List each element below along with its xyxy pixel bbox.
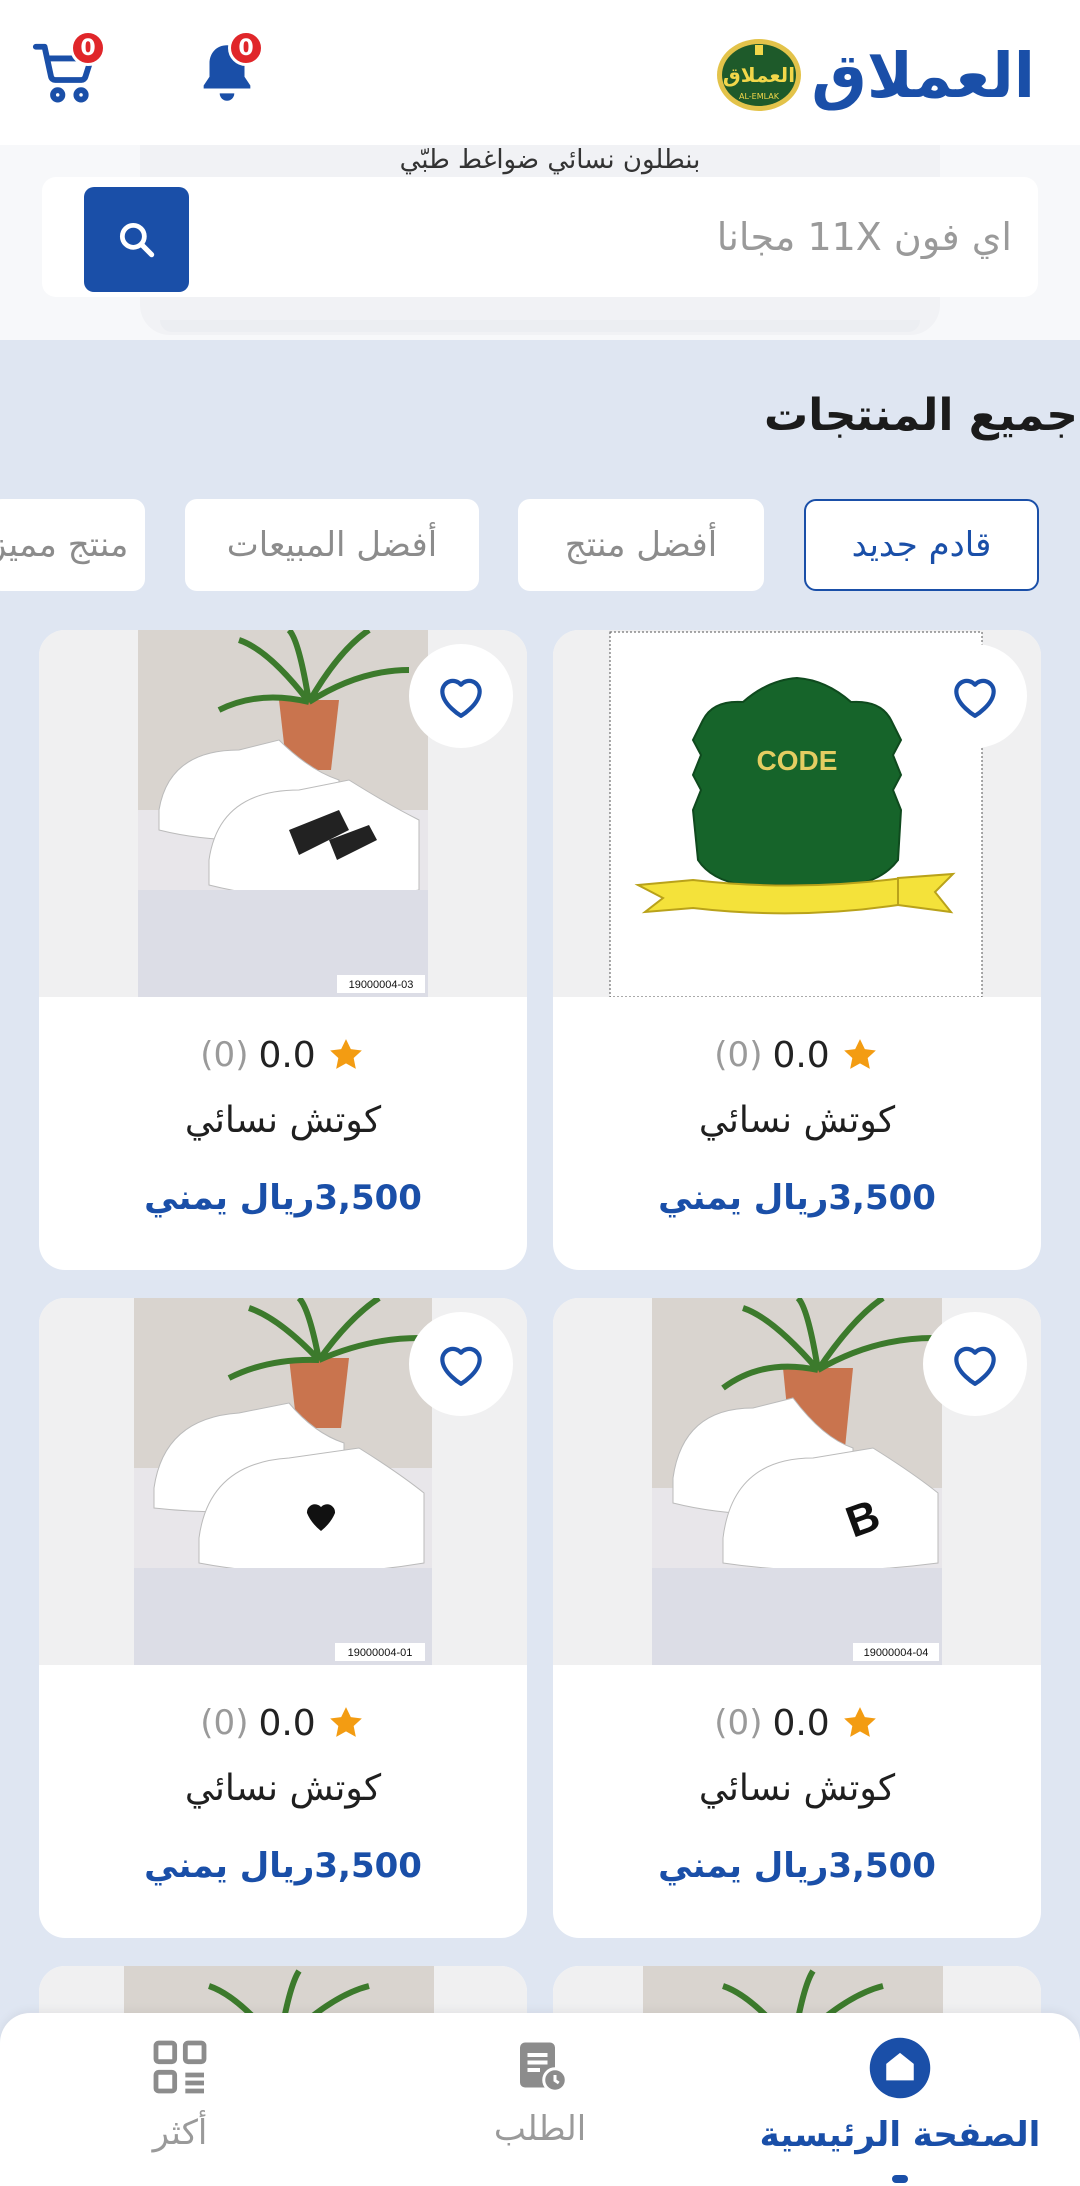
nav-home[interactable]: الصفحة الرئيسية: [750, 2035, 1050, 2183]
rating-row: 0.0 (0): [553, 1698, 1041, 1748]
tab-new-arrivals[interactable]: قادم جديد: [804, 499, 1039, 591]
rating-row: 0.0 (0): [553, 1030, 1041, 1080]
logo-text: العملاق: [723, 63, 795, 87]
search-box[interactable]: [42, 177, 1038, 297]
heart-icon: [954, 678, 996, 718]
brand-title: العملاق: [811, 38, 1035, 112]
section-title: جميع المنتجات: [763, 390, 1078, 441]
favorite-button[interactable]: [409, 1312, 513, 1416]
brand-logo: العملاق AL-EMLAK: [717, 39, 802, 111]
product-image[interactable]: 19000004-01: [39, 1298, 527, 1665]
nav-orders-label: الطلب: [493, 2109, 587, 2149]
nav-more[interactable]: أكثر: [30, 2035, 330, 2153]
review-count: (0): [714, 1035, 763, 1075]
nav-home-label: الصفحة الرئيسية: [759, 2115, 1041, 2155]
product-name[interactable]: كوتش نسائي: [39, 1100, 527, 1141]
product-name[interactable]: كوتش نسائي: [553, 1100, 1041, 1141]
product-price: 3,500ريال يمني: [658, 1846, 936, 1886]
product-name[interactable]: كوتش نسائي: [553, 1768, 1041, 1809]
product-image[interactable]: 19000004-03: [39, 630, 527, 997]
product-name[interactable]: كوتش نسائي: [39, 1768, 527, 1809]
grid-icon: [153, 2040, 207, 2094]
product-card[interactable]: 19000004-03 0.0 (0) كوتش نسائي 3,500ريال…: [39, 630, 527, 1270]
nav-orders[interactable]: الطلب: [390, 2035, 690, 2149]
star-icon: [329, 1707, 362, 1737]
logo-subtext: AL-EMLAK: [739, 92, 780, 101]
product-image[interactable]: CODE: [553, 630, 1041, 997]
star-icon: [843, 1039, 876, 1069]
search-zone: بنطلون نسائي ضواغط طبّي: [0, 145, 1080, 340]
review-count: (0): [200, 1035, 249, 1075]
home-icon: [869, 2037, 931, 2099]
tab-best-product[interactable]: أفضل منتج: [518, 499, 764, 591]
star-icon: [843, 1707, 876, 1737]
nav-more-label: أكثر: [152, 2113, 208, 2153]
product-sku: 19000004-04: [864, 1647, 929, 1659]
code-logo-text: CODE: [757, 745, 838, 776]
notifications-count-badge: 0: [228, 30, 264, 66]
cart-count-badge: 0: [70, 30, 106, 66]
brand: العملاق العملاق AL-EMLAK: [715, 30, 1035, 120]
heart-icon: [440, 1346, 482, 1386]
product-sku: 19000004-03: [349, 979, 414, 991]
search-button[interactable]: [84, 187, 189, 292]
favorite-button[interactable]: [923, 644, 1027, 748]
search-icon: [119, 222, 154, 257]
rating-row: 0.0 (0): [39, 1030, 527, 1080]
star-icon: [329, 1039, 362, 1069]
product-sku: 19000004-01: [348, 1647, 413, 1659]
product-price: 3,500ريال يمني: [144, 1178, 422, 1218]
active-indicator: [892, 2175, 908, 2183]
heart-icon: [440, 678, 482, 718]
cart-button[interactable]: 0: [30, 30, 106, 108]
review-count: (0): [714, 1703, 763, 1743]
rating-value: 0.0: [772, 1034, 830, 1076]
product-card[interactable]: B 19000004-04 0.0 (0) كوتش نسائي 3,500ري…: [553, 1298, 1041, 1938]
review-count: (0): [200, 1703, 249, 1743]
search-suggestion[interactable]: بنطلون نسائي ضواغط طبّي: [0, 145, 1080, 175]
bottom-navigation: الصفحة الرئيسية الطلب أكثر: [0, 2013, 1080, 2186]
search-input[interactable]: [212, 187, 1012, 287]
rating-value: 0.0: [258, 1702, 316, 1744]
product-image[interactable]: B 19000004-04: [553, 1298, 1041, 1665]
product-price: 3,500ريال يمني: [658, 1178, 936, 1218]
product-price: 3,500ريال يمني: [144, 1846, 422, 1886]
rating-value: 0.0: [258, 1034, 316, 1076]
tab-featured[interactable]: منتج مميز: [0, 499, 145, 591]
favorite-button[interactable]: [923, 1312, 1027, 1416]
favorite-button[interactable]: [409, 644, 513, 748]
heart-icon: [954, 1346, 996, 1386]
search-card-backdrop-lower: [160, 320, 920, 332]
orders-icon: [520, 2042, 568, 2093]
app-header: 0 0 العملاق العملاق AL-EMLAK: [0, 0, 1080, 145]
rating-value: 0.0: [772, 1702, 830, 1744]
product-card[interactable]: CODE 0.0 (0) كوتش نسائي 3,500ريال يمني: [553, 630, 1041, 1270]
rating-row: 0.0 (0): [39, 1698, 527, 1748]
product-card[interactable]: 19000004-01 0.0 (0) كوتش نسائي 3,500ريال…: [39, 1298, 527, 1938]
notifications-button[interactable]: 0: [192, 30, 264, 108]
tab-best-sellers[interactable]: أفضل المبيعات: [185, 499, 479, 591]
